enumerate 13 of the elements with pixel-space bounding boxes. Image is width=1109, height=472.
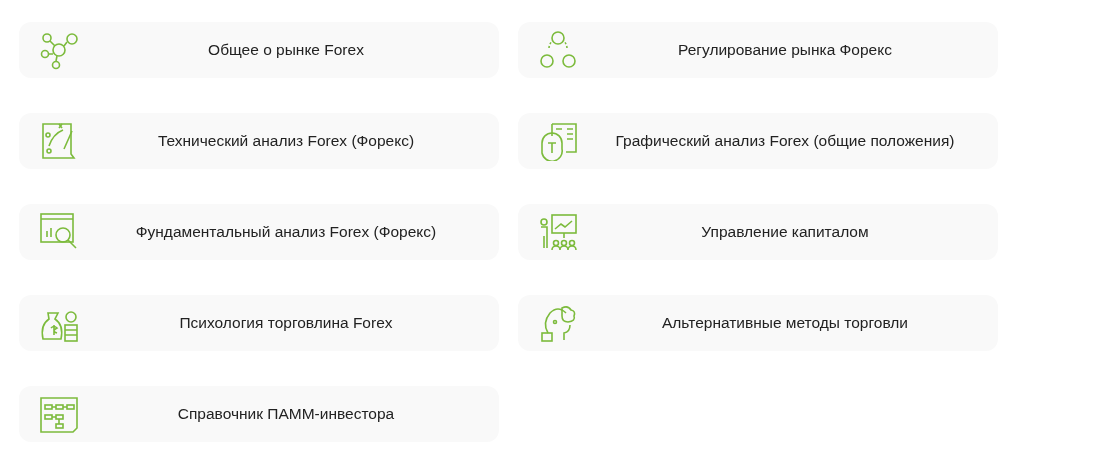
network-icon bbox=[39, 30, 79, 70]
topic-link[interactable]: Фундаментальный анализ Forex (Форекс) bbox=[19, 204, 499, 260]
topic-link[interactable]: Общее о рынке Forex bbox=[19, 22, 499, 78]
topic-link[interactable]: Управление капиталом bbox=[518, 204, 998, 260]
topic-link[interactable]: Графический анализ Forex (общие положения) bbox=[518, 113, 998, 169]
topic-link[interactable]: Психология торговлина Forex bbox=[19, 295, 499, 351]
flowchart-icon bbox=[39, 394, 79, 434]
topic-link[interactable]: Справочник ПАММ-инвестора bbox=[19, 386, 499, 442]
head-icon bbox=[538, 303, 578, 343]
topic-link[interactable]: Альтернативные методы торговли bbox=[518, 295, 998, 351]
presentation-icon bbox=[538, 212, 578, 252]
topic-link[interactable]: Регулирование рынка Форекс bbox=[518, 22, 998, 78]
topic-link[interactable]: Технический анализ Forex (Форекс) bbox=[19, 113, 499, 169]
